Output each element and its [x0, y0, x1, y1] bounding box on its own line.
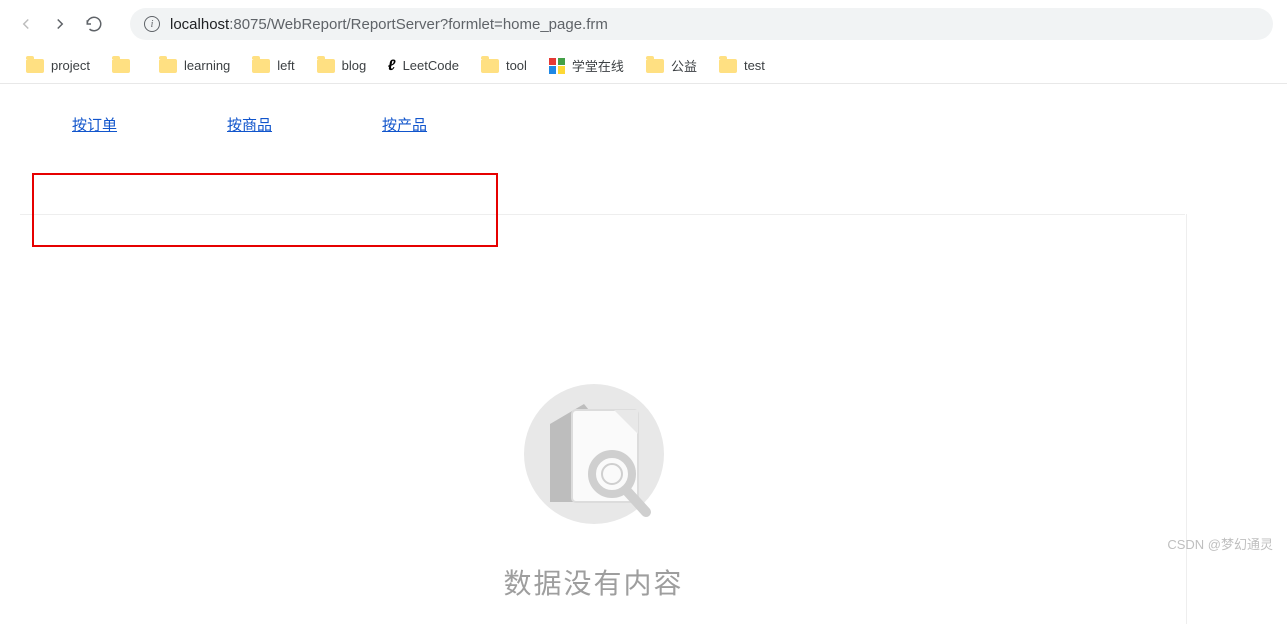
tab-row: 按订单 按商品 按产品 [0, 114, 1287, 135]
leetcode-icon: ℓ [387, 57, 397, 74]
bookmark-label: tool [506, 58, 527, 73]
folder-icon [719, 59, 737, 73]
empty-message: 数据没有内容 [0, 562, 1187, 602]
bookmark-label: test [744, 58, 765, 73]
bookmark-label: learning [184, 58, 230, 73]
bookmark-learning[interactable]: learning [153, 54, 236, 77]
browser-toolbar: i localhost:8075/WebReport/ReportServer?… [0, 0, 1287, 48]
bookmark-tool[interactable]: tool [475, 54, 533, 77]
tab-by-order[interactable]: 按订单 [72, 114, 117, 135]
bookmark-left[interactable]: left [246, 54, 300, 77]
bookmark-label: LeetCode [403, 58, 459, 73]
reload-icon [85, 15, 103, 33]
folder-icon [159, 59, 177, 73]
empty-state: 数据没有内容 [0, 374, 1187, 602]
watermark: CSDN @梦幻通灵 [1167, 534, 1273, 553]
empty-state-icon [514, 374, 674, 534]
page-content: 按订单 按商品 按产品 数据没有内容 [0, 84, 1287, 135]
address-bar[interactable]: i localhost:8075/WebReport/ReportServer?… [130, 8, 1273, 40]
bookmark-label: 学堂在线 [572, 56, 624, 75]
highlight-box [32, 173, 498, 247]
url-rest: :8075/WebReport/ReportServer?formlet=hom… [229, 16, 608, 33]
bookmark-xuetang[interactable]: 学堂在线 [543, 52, 630, 79]
arrow-left-icon [17, 15, 35, 33]
back-button[interactable] [14, 12, 38, 36]
url-host: localhost [170, 16, 229, 33]
bookmark-label: left [277, 58, 294, 73]
folder-icon [252, 59, 270, 73]
folder-icon [26, 59, 44, 73]
bookmark-label: blog [342, 58, 367, 73]
folder-icon [481, 59, 499, 73]
bookmark-blog[interactable]: blog [311, 54, 373, 77]
tab-by-product[interactable]: 按产品 [382, 114, 427, 135]
folder-icon [646, 59, 664, 73]
bookmark-project[interactable]: project [20, 54, 96, 77]
folder-icon [317, 59, 335, 73]
tab-by-commodity[interactable]: 按商品 [227, 114, 272, 135]
xuetang-icon [549, 58, 565, 74]
bookmark-test[interactable]: test [713, 54, 771, 77]
bookmarks-bar: project learning left blog ℓ LeetCode too… [0, 48, 1287, 84]
forward-button[interactable] [48, 12, 72, 36]
folder-icon [112, 59, 130, 73]
bookmark-unnamed[interactable] [106, 55, 143, 77]
reload-button[interactable] [82, 12, 106, 36]
bookmark-label: project [51, 58, 90, 73]
bookmark-gongyi[interactable]: 公益 [640, 52, 703, 79]
url-text: localhost:8075/WebReport/ReportServer?fo… [170, 16, 608, 33]
bookmark-leetcode[interactable]: ℓ LeetCode [382, 53, 465, 78]
bookmark-label: 公益 [671, 56, 697, 75]
info-icon: i [144, 16, 160, 32]
arrow-right-icon [51, 15, 69, 33]
